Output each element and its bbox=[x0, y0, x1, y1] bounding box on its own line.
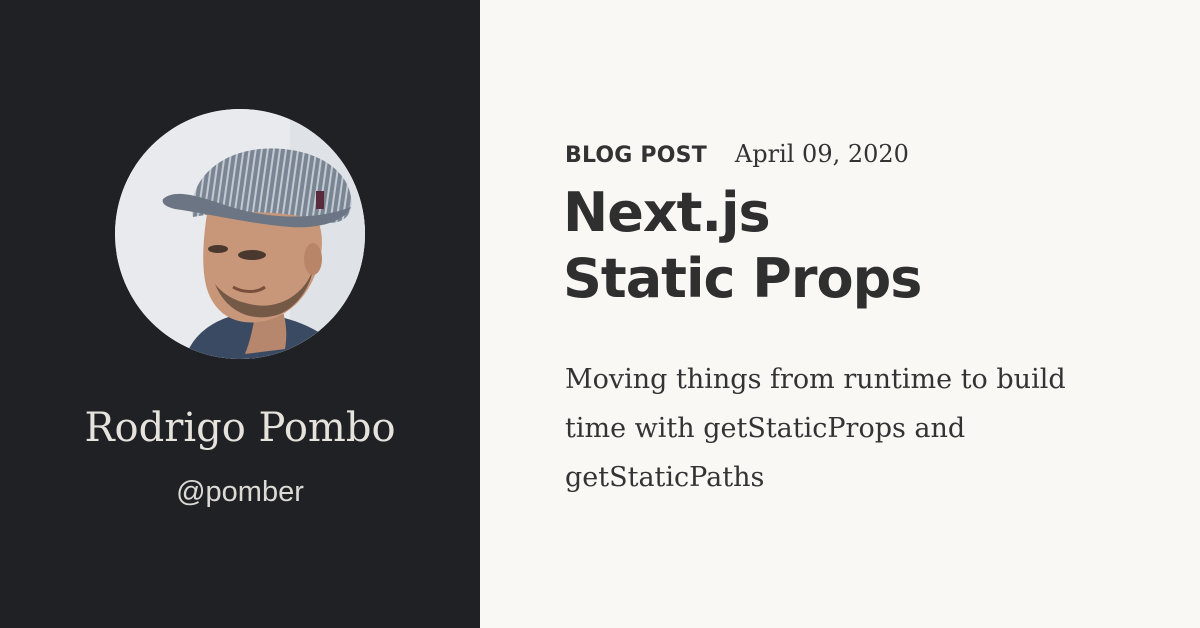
author-photo bbox=[115, 109, 365, 359]
post-date: April 09, 2020 bbox=[734, 140, 909, 168]
author-handle: @pomber bbox=[176, 476, 304, 508]
post-title-line-2: Static Props bbox=[563, 247, 922, 310]
post-title-line-1: Next.js bbox=[563, 181, 771, 244]
author-panel: Rodrigo Pombo @pomber bbox=[0, 0, 480, 628]
post-kind-label: BLOG POST bbox=[565, 143, 707, 168]
post-title: Next.js Static Props bbox=[563, 180, 1163, 312]
post-description: Moving things from runtime to build time… bbox=[565, 364, 1066, 493]
post-meta: BLOG POST April 09, 2020 bbox=[565, 140, 909, 174]
avatar bbox=[115, 109, 365, 359]
author-name: Rodrigo Pombo bbox=[84, 405, 396, 451]
